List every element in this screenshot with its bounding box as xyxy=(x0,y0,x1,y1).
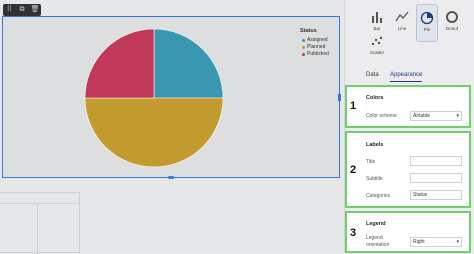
legend-item: Planned xyxy=(302,44,329,50)
section-title: Labels xyxy=(366,142,384,148)
active-tab-indicator xyxy=(390,81,422,82)
tab-data[interactable]: Data xyxy=(366,72,379,78)
categories-label: Categories xyxy=(366,193,391,199)
tab-appearance[interactable]: Appearance xyxy=(390,72,422,78)
legend-orientation-label: Legend orientation xyxy=(366,235,390,248)
labels-section: 2 Labels Title Subtitle Categories Statu… xyxy=(345,131,471,208)
canvas-area: ⠿ ⧉ 🗑 Status Assigned Planned Published xyxy=(0,0,344,254)
color-scheme-label: Color scheme xyxy=(366,113,397,119)
chart-type-donut[interactable]: Donut xyxy=(441,4,463,42)
legend-orientation-value: Right xyxy=(413,239,425,245)
pie-slice-assigned[interactable] xyxy=(153,28,224,99)
section-title: Legend xyxy=(366,221,386,227)
chart-type-pie[interactable]: Pie xyxy=(416,4,438,42)
duplicate-icon[interactable]: ⧉ xyxy=(18,6,26,14)
title-input[interactable] xyxy=(410,156,462,166)
legend-item: Published xyxy=(302,51,329,57)
chart-type-label: Donut xyxy=(445,26,458,31)
chart-type-label: Scatter xyxy=(369,50,385,55)
section-number: 2 xyxy=(350,164,357,176)
chart-widget[interactable]: Status Assigned Planned Published xyxy=(2,16,340,178)
legend-label: Planned xyxy=(307,44,326,50)
divider xyxy=(37,203,38,254)
pie-slice-planned[interactable] xyxy=(84,97,224,168)
title-label: Title xyxy=(366,159,376,165)
bar-chart-icon xyxy=(372,12,382,23)
chart-legend: Status Assigned Planned Published xyxy=(300,28,329,58)
pie-chart-icon xyxy=(420,11,434,25)
resize-handle-right[interactable] xyxy=(338,94,341,101)
chart-type-label: Line xyxy=(397,26,407,31)
legend-dot-icon xyxy=(302,52,305,56)
legend-section: 3 Legend Legend orientation Right ▾ xyxy=(345,211,471,253)
color-scheme-select[interactable]: Airtable ▾ xyxy=(410,111,462,121)
legend-orientation-select[interactable]: Right ▾ xyxy=(410,237,462,247)
legend-item: Assigned xyxy=(302,37,329,43)
subtitle-label: Subtitle xyxy=(366,176,383,182)
pie-slice-published[interactable] xyxy=(84,28,155,99)
chevron-down-icon: ▾ xyxy=(456,113,459,119)
subtitle-input[interactable] xyxy=(410,173,462,183)
drag-icon[interactable]: ⠿ xyxy=(5,6,13,14)
widget-toolbar: ⠿ ⧉ 🗑 xyxy=(3,4,41,16)
legend-title: Status xyxy=(300,28,317,34)
legend-label: Assigned xyxy=(307,37,328,43)
scatter-chart-icon xyxy=(371,36,383,46)
donut-chart-icon xyxy=(446,11,458,23)
color-scheme-value: Airtable xyxy=(413,113,430,119)
section-title: Colors xyxy=(366,95,384,101)
chart-type-scatter[interactable]: Scatter xyxy=(366,28,388,66)
section-number: 3 xyxy=(350,227,357,239)
chart-type-label: Pie xyxy=(423,27,431,32)
section-number: 1 xyxy=(350,100,357,112)
categories-input[interactable]: Status xyxy=(410,190,462,200)
legend-dot-icon xyxy=(302,45,305,49)
line-chart-icon xyxy=(395,11,409,22)
trash-icon[interactable]: 🗑 xyxy=(31,6,40,14)
resize-handle-bottom[interactable] xyxy=(168,176,174,179)
chevron-down-icon: ▾ xyxy=(456,239,459,245)
legend-dot-icon xyxy=(302,38,305,42)
pie-chart xyxy=(84,28,224,168)
colors-section: 1 Colors Color scheme Airtable ▾ xyxy=(345,85,471,128)
chart-type-line[interactable]: Line xyxy=(391,4,413,42)
divider xyxy=(0,203,80,204)
legend-label: Published xyxy=(307,51,329,57)
next-widget-placeholder xyxy=(0,192,80,254)
